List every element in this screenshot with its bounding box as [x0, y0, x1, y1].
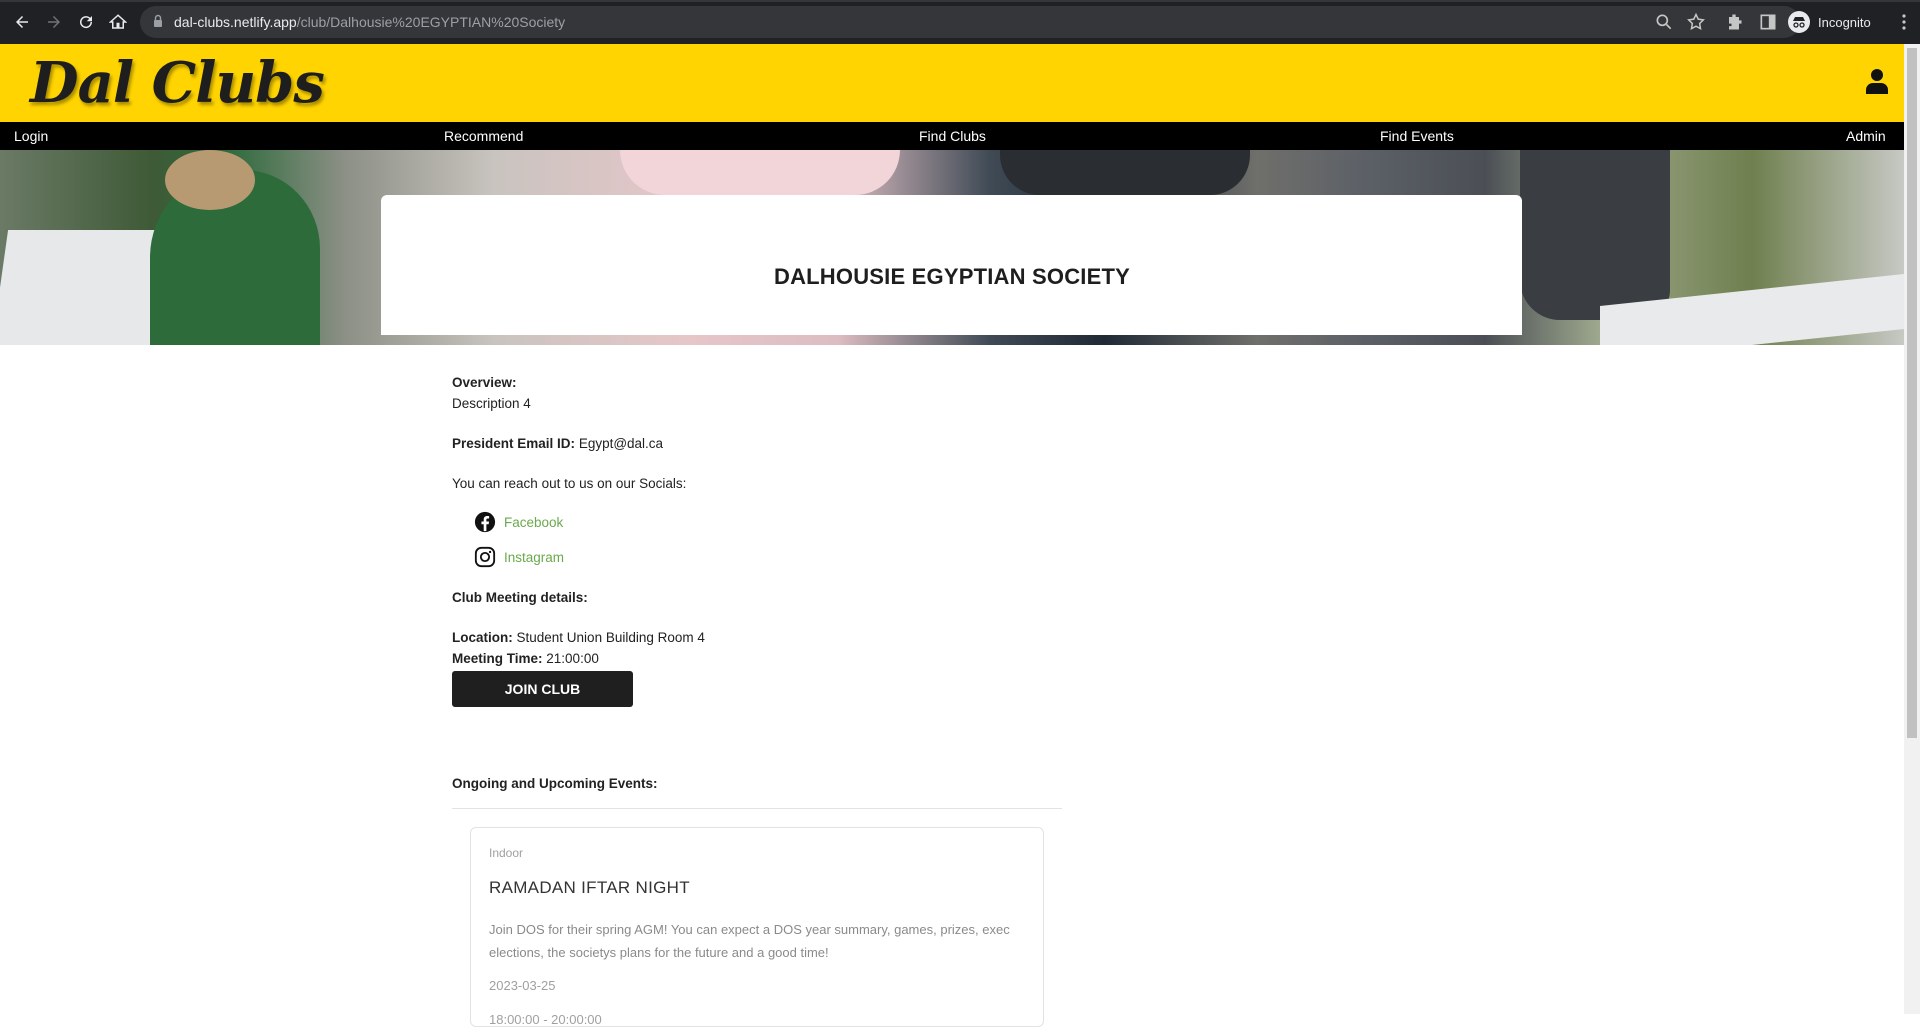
incognito-profile[interactable]: Incognito: [1788, 10, 1871, 34]
location-label: Location:: [452, 630, 513, 645]
url-text: dal-clubs.netlify.app/club/Dalhousie%20E…: [174, 14, 565, 30]
social-facebook[interactable]: Facebook: [474, 511, 563, 533]
url-host: dal-clubs.netlify.app: [174, 14, 297, 30]
bookmark-star-icon[interactable]: [1686, 12, 1706, 32]
lock-icon: [154, 14, 162, 27]
event-title: RAMADAN IFTAR NIGHT: [489, 878, 690, 897]
home-button[interactable]: [106, 10, 130, 34]
overview-text: Description 4: [452, 396, 531, 411]
user-account-icon[interactable]: [1866, 68, 1888, 94]
hero-photo-backpack: [1520, 150, 1670, 320]
arrow-left-icon: [16, 16, 28, 28]
events-divider: [452, 808, 1062, 809]
nav-recommend[interactable]: Recommend: [444, 128, 523, 144]
event-tag: Indoor: [489, 846, 524, 860]
email-value: Egypt@dal.ca: [578, 436, 664, 451]
instagram-icon: [474, 546, 496, 568]
events-heading: Ongoing and Upcoming Events:: [452, 776, 658, 791]
reload-icon: [80, 16, 93, 29]
tab-strip-edge: [0, 0, 1920, 2]
time-value: 21:00:00: [546, 651, 599, 666]
event-time: 18:00:00 - 20:00:00: [489, 1012, 602, 1027]
nav-login[interactable]: Login: [14, 128, 48, 144]
join-club-button[interactable]: JOIN CLUB: [452, 671, 633, 707]
browser-toolbar: dal-clubs.netlify.app/club/Dalhousie%20E…: [0, 0, 1920, 44]
more-menu-icon[interactable]: [1896, 12, 1912, 32]
hero-photo-hair: [165, 150, 255, 210]
url-path: /club/Dalhousie%20EGYPTIAN%20Society: [296, 14, 566, 30]
reload-button[interactable]: [74, 10, 98, 34]
socials-intro: You can reach out to us on our Socials:: [452, 476, 687, 491]
scrollbar-thumb[interactable]: [1907, 48, 1917, 738]
nav-find-events[interactable]: Find Events: [1380, 128, 1454, 144]
email-label: President Email ID:: [452, 436, 576, 451]
meeting-location: Location: Student Union Building Room 4: [452, 630, 705, 645]
social-instagram[interactable]: Instagram: [474, 546, 564, 568]
site-logo[interactable]: Dal Clubs: [30, 50, 325, 116]
nav-find-clubs[interactable]: Find Clubs: [919, 128, 986, 144]
club-title: DALHOUSIE EGYPTIAN SOCIETY: [773, 264, 1131, 289]
meeting-details-label: Club Meeting details:: [452, 590, 588, 605]
main-nav: Login Recommend Find Clubs Find Events A…: [0, 122, 1904, 150]
hero-photo-jacket: [1000, 150, 1250, 195]
arrow-right-icon: [48, 16, 60, 28]
event-description: Join DOS for their spring AGM! You can e…: [489, 922, 1010, 960]
page-scrollbar[interactable]: [1904, 44, 1920, 1014]
event-card[interactable]: Indoor RAMADAN IFTAR NIGHT Join DOS for …: [470, 827, 1044, 1027]
meeting-time: Meeting Time: 21:00:00: [452, 651, 599, 666]
overview-label: Overview:: [452, 375, 517, 390]
time-label: Meeting Time:: [452, 651, 543, 666]
site-header: Dal Clubs: [0, 44, 1904, 122]
location-value: Student Union Building Room 4: [516, 630, 705, 645]
incognito-icon: [1788, 11, 1810, 33]
hero-photo-sweater: [620, 150, 900, 195]
extensions-icon[interactable]: [1724, 12, 1744, 32]
side-panel-icon[interactable]: [1758, 12, 1778, 32]
zoom-icon[interactable]: [1654, 12, 1674, 32]
president-email: President Email ID: Egypt@dal.ca: [452, 436, 663, 451]
nav-admin[interactable]: Admin: [1846, 128, 1886, 144]
facebook-icon: [474, 511, 496, 533]
event-date: 2023-03-25: [489, 978, 556, 993]
forward-button[interactable]: [42, 10, 66, 34]
home-icon: [109, 14, 127, 29]
back-button[interactable]: [10, 10, 34, 34]
facebook-link[interactable]: Facebook: [504, 515, 563, 530]
incognito-label: Incognito: [1818, 14, 1871, 30]
instagram-link[interactable]: Instagram: [504, 550, 564, 565]
